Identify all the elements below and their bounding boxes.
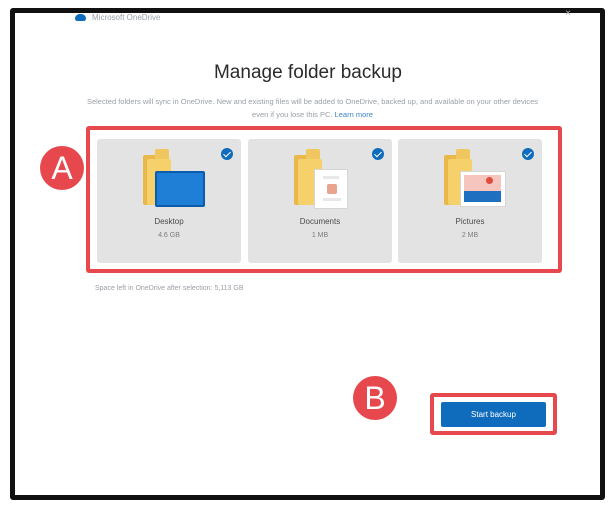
folder-label: Desktop: [154, 217, 184, 226]
desktop-folder-icon: [143, 149, 205, 207]
folder-card-pictures[interactable]: Pictures 2 MB: [398, 139, 542, 263]
folder-card-desktop[interactable]: Desktop 4.6 GB: [97, 139, 241, 263]
description-body: Selected folders will sync in OneDrive. …: [86, 97, 539, 119]
window-title: Microsoft OneDrive: [92, 12, 161, 22]
folder-size: 2 MB: [461, 232, 479, 239]
folder-size: 4.6 GB: [158, 232, 180, 239]
annotation-badge-b: B: [353, 376, 397, 420]
checkmark-icon[interactable]: [221, 148, 233, 160]
checkmark-icon[interactable]: [522, 148, 534, 160]
folder-label: Documents: [299, 217, 341, 226]
onedrive-cloud-icon: [75, 13, 86, 21]
folder-card-documents[interactable]: Documents 1 MB: [248, 139, 392, 263]
description-text: Selected folders will sync in OneDrive. …: [85, 95, 540, 121]
pictures-folder-icon: [444, 149, 506, 207]
checkmark-icon[interactable]: [372, 148, 384, 160]
folder-size: 1 MB: [311, 232, 329, 239]
documents-folder-icon: [294, 149, 354, 209]
learn-more-link[interactable]: Learn more: [335, 110, 373, 119]
start-backup-button[interactable]: Start backup: [441, 402, 546, 427]
annotation-badge-a: A: [40, 146, 84, 190]
folder-label: Pictures: [455, 217, 485, 226]
page-title: Manage folder backup: [213, 62, 402, 83]
close-icon[interactable]: ×: [565, 8, 571, 19]
title-bar: Microsoft OneDrive: [75, 10, 160, 24]
space-left-text: Space left in OneDrive after selection: …: [95, 285, 244, 292]
